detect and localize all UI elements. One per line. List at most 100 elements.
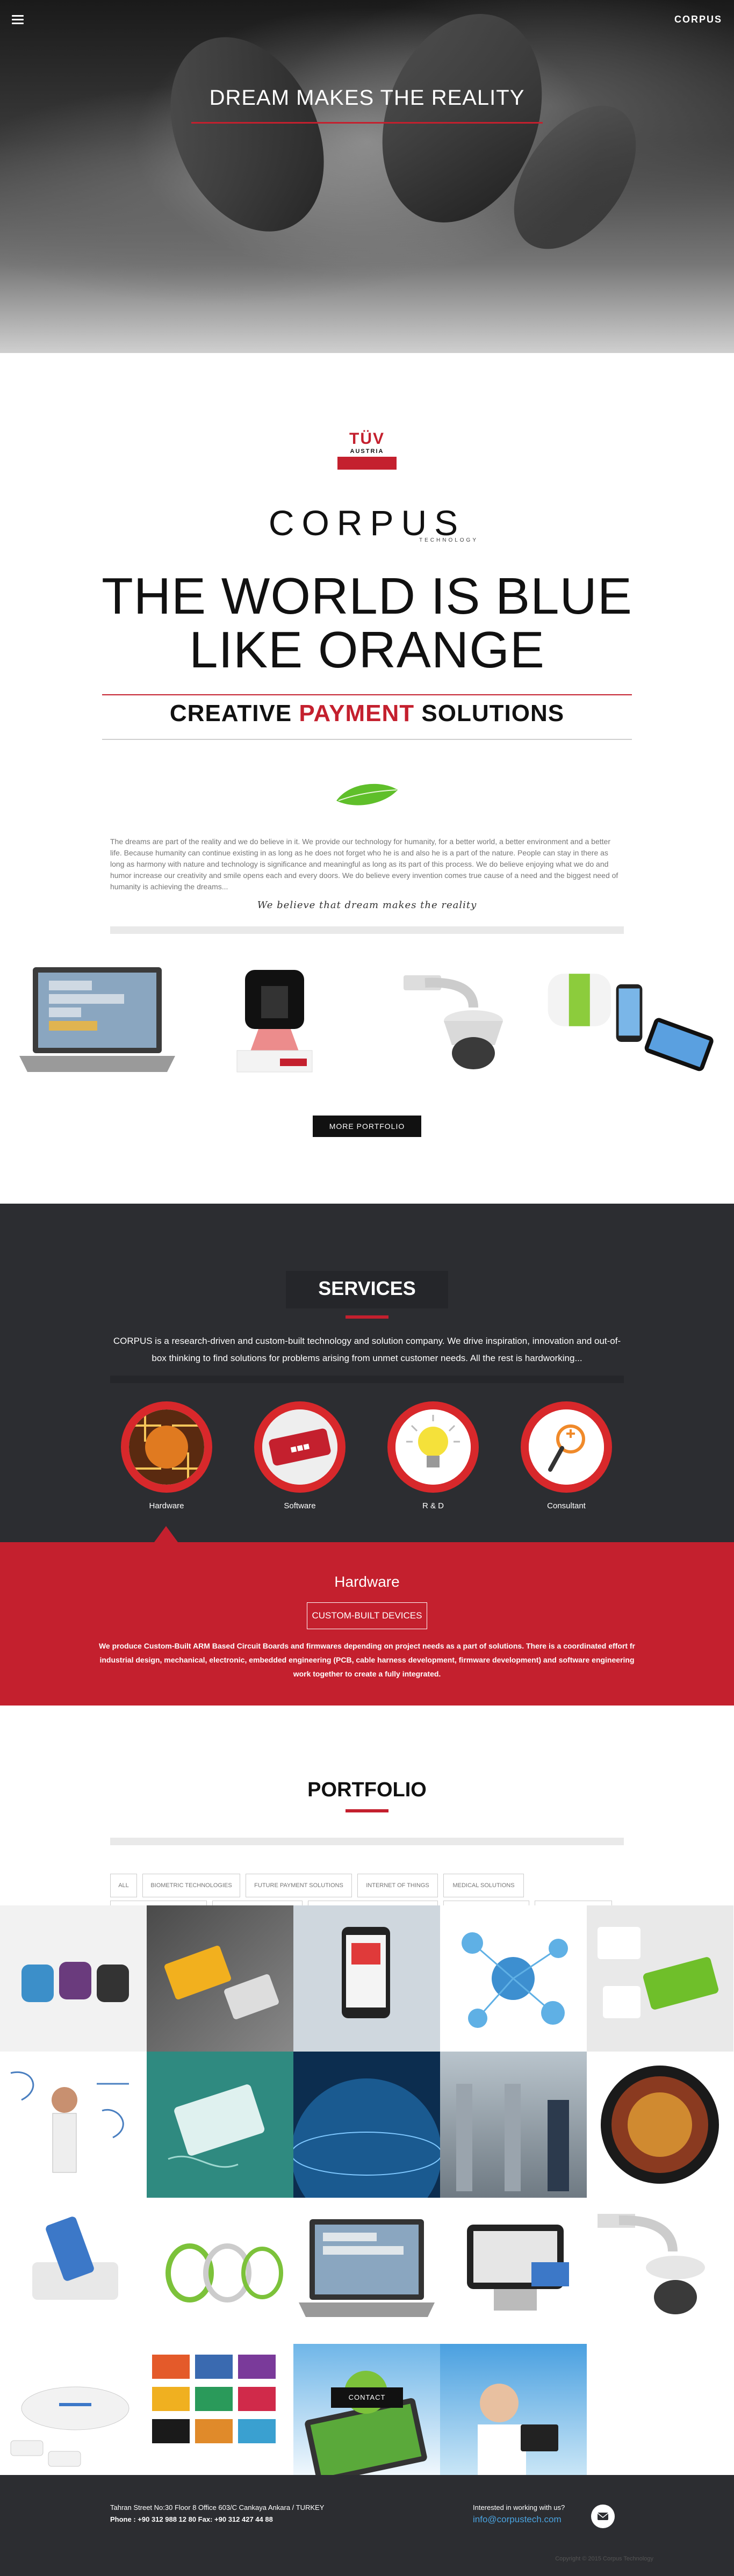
tuv-brand: TÜV [349, 430, 385, 448]
hero-underline [191, 122, 543, 124]
portfolio-item-nature-tablet[interactable] [293, 2344, 440, 2490]
software-key-icon: ■■■ [262, 1409, 337, 1485]
footer-phone: Phone : +90 312 988 12 80 Fax: +90 312 4… [110, 2515, 273, 2523]
wristband-icon [21, 1962, 129, 2002]
hero-title: DREAM MAKES THE REALITY [209, 86, 525, 110]
tuv-certificate-logo: TÜV AUSTRIA [337, 430, 397, 479]
product-dome-camera[interactable] [365, 962, 538, 1080]
dome-camera-icon [598, 2214, 705, 2314]
circuit-board-icon [129, 1409, 204, 1485]
service-consultant[interactable]: Consultant [518, 1401, 615, 1510]
services-underline [346, 1315, 388, 1319]
person-tablet-icon [478, 2384, 558, 2484]
menu-icon[interactable] [12, 15, 24, 25]
footer: Tahran Street No:30 Floor 8 Office 603/C… [0, 2475, 734, 2576]
headline-rule-top [102, 694, 632, 695]
filter-medical[interactable]: MEDICAL SOLUTIONS [443, 1874, 524, 1897]
corpus-logo-sub: TECHNOLOGY [419, 537, 479, 543]
tablet-landscape-icon [305, 2371, 427, 2484]
product-medical-devices[interactable] [543, 962, 716, 1080]
medical-device-icon [548, 974, 714, 1071]
turnstile-icon [456, 2084, 569, 2191]
subheadline-c: SOLUTIONS [414, 700, 565, 726]
network-icon [462, 1932, 568, 2028]
filter-iot[interactable]: INTERNET OF THINGS [357, 1874, 438, 1897]
portfolio-item-mobile-app[interactable] [293, 1905, 440, 2052]
services-title: SERVICES [286, 1271, 448, 1308]
mail-icon[interactable] [591, 2505, 615, 2528]
filter-biometric[interactable]: BIOMETRIC TECHNOLOGIES [142, 1874, 240, 1897]
signature: We believe that dream makes the reality [257, 900, 477, 911]
service-label: Consultant [547, 1501, 586, 1510]
globe-icon [293, 2078, 440, 2198]
service-software[interactable]: ■■■ Software [251, 1401, 348, 1510]
custom-built-devices-button[interactable]: CUSTOM-BUILT DEVICES [307, 1602, 427, 1629]
portfolio-item-pos-terminal[interactable] [440, 2198, 587, 2344]
portfolio-title: PORTFOLIO [307, 1779, 427, 1801]
lightbulb-icon [395, 1409, 471, 1485]
tuv-badge [337, 457, 397, 470]
service-label: Hardware [149, 1501, 184, 1510]
services-divider [110, 1376, 624, 1383]
headline-line-2: LIKE ORANGE [189, 621, 545, 679]
portfolio-item-wristbands[interactable] [0, 1905, 147, 2052]
page: CORPUS DREAM MAKES THE REALITY TÜV AUSTR… [0, 0, 734, 2576]
service-detail-title: Hardware [334, 1573, 400, 1590]
service-label: Software [284, 1501, 316, 1510]
router-icon [10, 2386, 129, 2467]
portfolio-underline [346, 1809, 388, 1812]
portfolio-item-whiteboard[interactable] [0, 2052, 147, 2198]
subheadline: CREATIVE PAYMENT SOLUTIONS [0, 700, 734, 727]
contact-button[interactable]: CONTACT [331, 2387, 403, 2408]
footer-contact-info: Tahran Street No:30 Floor 8 Office 603/C… [110, 2502, 324, 2525]
portfolio-item-laptop-apps[interactable] [293, 2198, 440, 2344]
filter-payment[interactable]: FUTURE PAYMENT SOLUTIONS [246, 1874, 352, 1897]
active-service-pointer [154, 1526, 178, 1542]
portfolio-item-gift-cards[interactable] [147, 2344, 293, 2490]
portfolio-item-globe[interactable] [293, 2052, 440, 2198]
laptop-icon [19, 967, 175, 1072]
portfolio-item-wearable-rings[interactable] [147, 2198, 293, 2344]
leaf-icon [336, 783, 398, 805]
laptop-app-icon [299, 2219, 435, 2317]
intro-divider [110, 926, 624, 934]
portfolio-item-payment-cards[interactable] [147, 2052, 293, 2198]
product-laptop[interactable] [11, 962, 184, 1080]
portfolio-item-security-gates[interactable] [440, 2052, 587, 2198]
scanner-icon [236, 970, 313, 1073]
footer-copyright: Copyright © 2015 Corpus Technology [555, 2556, 653, 2562]
more-portfolio-button[interactable]: MORE PORTFOLIO [313, 1116, 421, 1137]
portfolio-item-iot-network[interactable] [440, 1905, 587, 2052]
smartphone-icon [342, 1927, 390, 2018]
product-fingerprint-scanner[interactable] [188, 962, 361, 1080]
footer-email-link[interactable]: info@corpustech.com [473, 2514, 565, 2525]
intro-paragraph: The dreams are part of the reality and w… [110, 837, 618, 891]
service-label: R & D [422, 1501, 444, 1510]
portfolio-item-woman-tablet[interactable] [440, 2344, 587, 2490]
footer-cta: Interested in working with us? info@corp… [473, 2502, 565, 2525]
service-detail-panel: Hardware CUSTOM-BUILT DEVICES We produce… [0, 1542, 734, 1706]
service-detail-text: We produce Custom-Built ARM Based Circui… [98, 1642, 636, 1678]
subheadline-a: CREATIVE [169, 700, 299, 726]
portfolio-item-keyboard-accessibility[interactable] [147, 1905, 293, 2052]
gift-card-icon [152, 2355, 276, 2443]
footer-interested-text: Interested in working with us? [473, 2503, 565, 2512]
portfolio-item-nfc-phone[interactable] [0, 2198, 147, 2344]
service-hardware[interactable]: Hardware [118, 1401, 215, 1510]
media-wall-icon [601, 2066, 719, 2184]
header-logo[interactable]: CORPUS [674, 14, 722, 25]
portfolio-item-media-wall[interactable] [587, 2052, 733, 2198]
portfolio-item-dome-camera[interactable] [587, 2198, 733, 2344]
service-rnd[interactable]: R & D [385, 1401, 481, 1510]
headline-line-1: THE WORLD IS BLUE [102, 567, 632, 625]
services-section: SERVICES CORPUS is a research-driven and… [0, 1204, 734, 1542]
ring-device-icon [165, 2243, 283, 2302]
camera-icon [404, 975, 503, 1069]
main-headline: THE WORLD IS BLUE LIKE ORANGE [0, 570, 734, 677]
portfolio-item-keyboard-green[interactable] [587, 1905, 733, 2052]
portfolio-item-router[interactable] [0, 2344, 147, 2490]
filter-all[interactable]: ALL [110, 1874, 137, 1897]
hero-section: CORPUS DREAM MAKES THE REALITY [0, 0, 734, 353]
headline-rule-bottom [102, 739, 632, 740]
services-description: CORPUS is a research-driven and custom-b… [113, 1336, 621, 1363]
